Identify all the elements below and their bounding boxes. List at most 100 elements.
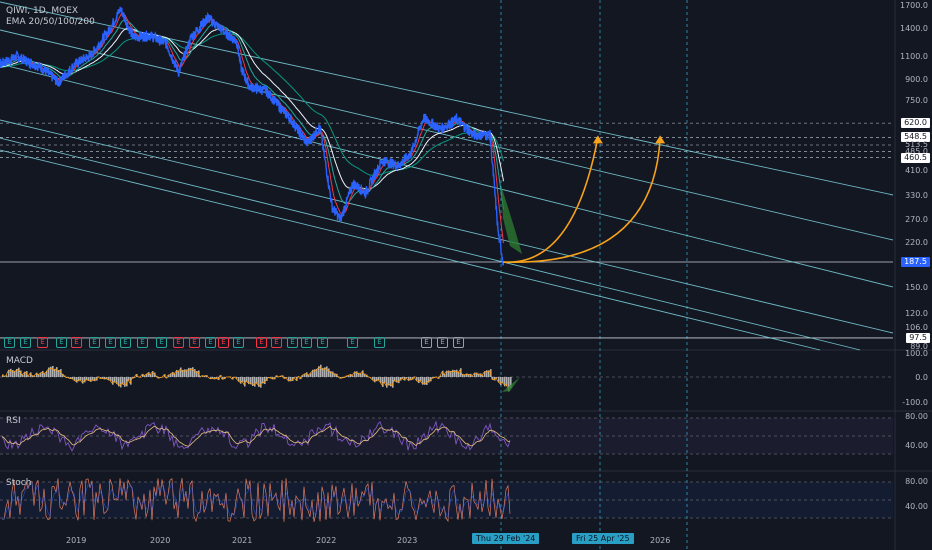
price-tick-label: 187.5: [901, 257, 930, 267]
macd-bar: [42, 370, 44, 377]
earnings-marker[interactable]: E: [189, 337, 200, 348]
price-tick-label: 410.0: [905, 166, 928, 176]
channel-line: [0, 149, 821, 351]
projection-curve-2: [503, 137, 661, 263]
earnings-marker[interactable]: E: [156, 337, 167, 348]
macd-bar: [192, 367, 194, 377]
ema100-line: [0, 27, 504, 190]
macd-tick-label: 100.0: [905, 349, 928, 358]
rsi-tick-label: 40.00: [905, 441, 928, 450]
macd-bar: [456, 369, 458, 377]
macd-bar: [124, 377, 126, 387]
time-tick-label: 2026: [650, 536, 671, 545]
earnings-marker[interactable]: E: [287, 337, 298, 348]
earnings-marker[interactable]: E: [71, 337, 82, 348]
macd-bar: [176, 369, 178, 377]
time-tick-label: 2022: [316, 536, 337, 545]
macd-bar: [180, 367, 182, 377]
macd-bar: [260, 377, 262, 388]
macd-bar: [452, 369, 454, 377]
macd-bar: [426, 377, 428, 385]
price-tick-label: 120.0: [905, 308, 928, 318]
macd-bar: [18, 367, 20, 377]
stoch-tick-label: 80.00: [905, 477, 928, 486]
projection-arrowhead-2: [655, 135, 666, 144]
price-tick-label: 150.0: [905, 282, 928, 292]
macd-bar: [152, 371, 154, 377]
time-tick-label: 2023: [397, 536, 418, 545]
earnings-marker[interactable]: E: [105, 337, 116, 348]
earnings-marker[interactable]: E: [421, 337, 432, 348]
stoch-tick-label: 40.00: [905, 502, 928, 511]
earnings-marker[interactable]: E: [453, 337, 464, 348]
earnings-marker[interactable]: E: [137, 337, 148, 348]
projection-arrowhead-1: [592, 135, 603, 144]
stoch-label: Stoch: [6, 478, 32, 488]
earnings-marker[interactable]: E: [347, 337, 358, 348]
price-tick-label: 1400.0: [900, 23, 928, 33]
earnings-marker[interactable]: E: [271, 337, 282, 348]
earnings-marker[interactable]: E: [20, 337, 31, 348]
price-tick-label: 220.0: [905, 238, 928, 248]
macd-bar: [120, 377, 122, 388]
macd-bar: [184, 369, 186, 377]
chart-stage[interactable]: QIWI, 1D, MOEX EMA 20/50/100/200 MACD RS…: [0, 0, 932, 550]
date-crosshair-badge[interactable]: Thu 29 Feb '24: [472, 533, 540, 544]
macd-bar: [500, 377, 502, 386]
macd-bar: [52, 365, 54, 377]
earnings-marker[interactable]: E: [89, 337, 100, 348]
rsi-label: RSI: [6, 416, 21, 426]
drop-arrow: [501, 185, 522, 254]
macd-bar: [194, 369, 196, 377]
time-tick-label: 2019: [66, 536, 87, 545]
date-crosshair-badge[interactable]: Fri 25 Apr '25: [572, 533, 634, 544]
macd-bar: [320, 364, 322, 377]
macd-bar: [112, 377, 114, 385]
earnings-marker[interactable]: E: [233, 337, 244, 348]
macd-bar: [254, 377, 256, 387]
macd-bar: [326, 366, 328, 377]
price-tick-label: 1100.0: [900, 51, 928, 61]
earnings-marker[interactable]: E: [56, 337, 67, 348]
macd-bar: [328, 368, 330, 377]
channel-line: [0, 63, 894, 288]
earnings-marker[interactable]: E: [218, 337, 229, 348]
price-line: [0, 6, 504, 266]
price-tick-label: 106.0: [905, 323, 928, 332]
earnings-marker[interactable]: E: [120, 337, 131, 348]
channel-line: [0, 137, 861, 351]
earnings-marker[interactable]: E: [256, 337, 267, 348]
macd-bar: [56, 367, 58, 377]
earnings-marker[interactable]: E: [374, 337, 385, 348]
macd-tick-label: 0.0: [915, 373, 928, 382]
macd-label: MACD: [6, 356, 33, 366]
symbol-title: QIWI, 1D, MOEX: [6, 6, 79, 16]
macd-bar: [504, 377, 506, 387]
indicator-title: EMA 20/50/100/200: [6, 17, 95, 27]
macd-tick-label: -100.0: [902, 398, 928, 407]
earnings-marker[interactable]: E: [4, 337, 15, 348]
chart-canvas[interactable]: [0, 0, 932, 550]
ema200-line: [0, 33, 504, 177]
earnings-marker[interactable]: E: [301, 337, 312, 348]
price-tick-label: 460.5: [901, 152, 930, 163]
price-tick-label: 270.0: [905, 214, 928, 224]
macd-bar: [382, 377, 384, 387]
time-tick-label: 2021: [232, 536, 253, 545]
price-tick-label: 330.0: [905, 191, 928, 201]
earnings-marker[interactable]: E: [37, 337, 48, 348]
earnings-marker[interactable]: E: [437, 337, 448, 348]
time-tick-label: 2020: [150, 536, 171, 545]
earnings-marker[interactable]: E: [205, 337, 216, 348]
earnings-marker[interactable]: E: [173, 337, 184, 348]
price-tick-label: 900.0: [905, 74, 928, 84]
channel-line: [0, 119, 894, 334]
macd-bar: [10, 368, 12, 377]
macd-bar: [386, 377, 388, 388]
price-tick-label: 750.0: [905, 96, 928, 106]
price-tick-label: 1700.0: [900, 1, 928, 10]
earnings-marker[interactable]: E: [317, 337, 328, 348]
rsi-tick-label: 80.00: [905, 412, 928, 421]
macd-bar: [188, 367, 190, 377]
price-tick-label: 620.0: [901, 118, 930, 129]
